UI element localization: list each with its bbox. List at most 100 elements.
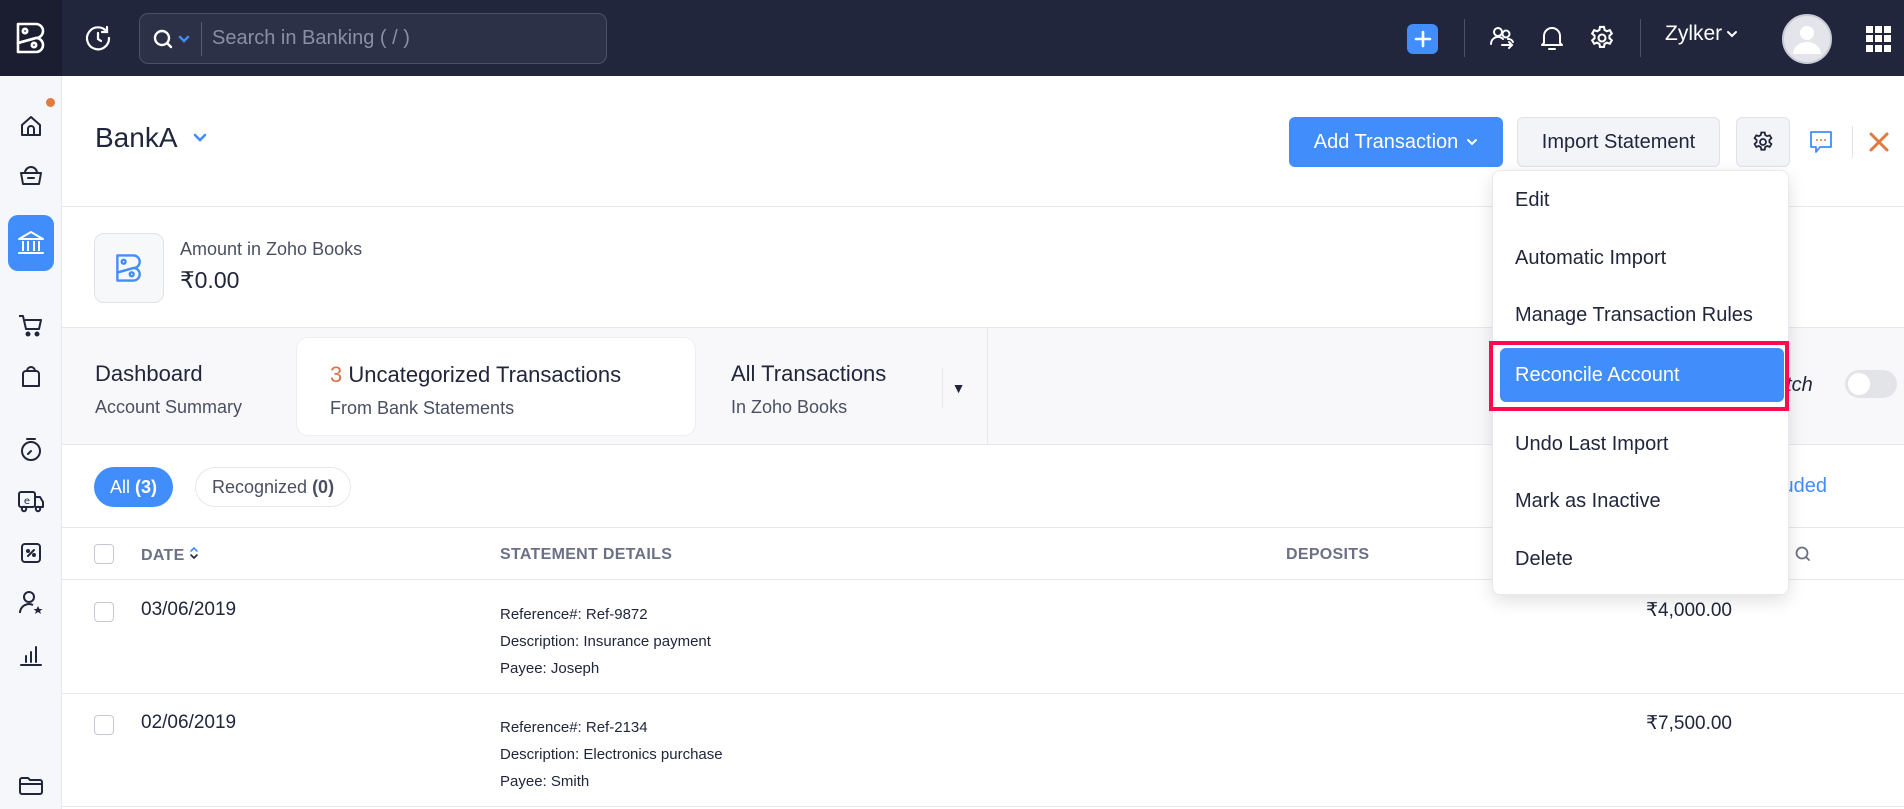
row-payee: Payee: Joseph xyxy=(500,660,600,677)
row-description: Description: Electronics purchase xyxy=(500,746,723,763)
row-checkbox[interactable] xyxy=(94,715,114,735)
basket-icon xyxy=(20,166,42,185)
sidebar-item-banking[interactable] xyxy=(8,215,54,271)
row-date: 03/06/2019 xyxy=(141,599,237,620)
tab-title: Uncategorized Transactions xyxy=(348,362,622,387)
close-button[interactable] xyxy=(1862,125,1896,159)
comments-button[interactable] xyxy=(1805,126,1837,158)
select-all-checkbox[interactable] xyxy=(94,544,114,564)
account-switcher[interactable]: BankA xyxy=(95,122,208,154)
sidebar: e xyxy=(0,76,62,809)
table-row[interactable]: 03/06/2019 Reference#: Ref-9872 Descript… xyxy=(62,581,1904,694)
organization-name: Zylker xyxy=(1665,22,1723,45)
tax-icon xyxy=(21,543,41,563)
import-statement-button[interactable]: Import Statement xyxy=(1517,117,1720,167)
sidebar-item-reports[interactable] xyxy=(8,632,54,678)
add-transaction-button[interactable]: Add Transaction xyxy=(1289,117,1503,167)
filter-all[interactable]: All (3) xyxy=(94,467,174,507)
row-reference: Reference#: Ref-2134 xyxy=(500,719,648,736)
table-row[interactable]: 02/06/2019 Reference#: Ref-2134 Descript… xyxy=(62,694,1904,807)
topbar-divider xyxy=(1640,19,1641,57)
gear-icon xyxy=(1753,131,1773,151)
quick-create-button[interactable] xyxy=(1407,24,1438,54)
sidebar-item-gst-filing[interactable] xyxy=(8,530,54,576)
menu-item-manage-transaction-rules[interactable]: Manage Transaction Rules xyxy=(1493,290,1790,340)
bell-icon xyxy=(1541,27,1563,50)
tab-dashboard[interactable]: Dashboard Account Summary xyxy=(62,337,278,436)
more-tabs-button[interactable]: ▼ xyxy=(942,368,974,408)
uncategorized-count: 3 xyxy=(330,362,343,387)
auto-match-toggle[interactable] xyxy=(1845,370,1897,398)
sidebar-item-eway-bills[interactable]: e xyxy=(8,478,54,524)
amount-label: Amount in Zoho Books xyxy=(180,239,363,259)
sidebar-item-time-tracking[interactable] xyxy=(8,426,54,472)
topbar-divider xyxy=(1464,19,1465,57)
sidebar-item-documents[interactable] xyxy=(8,762,54,808)
tab-subtitle: Account Summary xyxy=(95,397,243,417)
sidebar-item-items[interactable] xyxy=(8,152,54,198)
gear-icon xyxy=(1590,25,1614,49)
chevron-down-icon xyxy=(1467,139,1478,146)
sidebar-item-home[interactable] xyxy=(8,103,54,149)
user-icon xyxy=(1793,26,1821,54)
search-bar[interactable]: Search in Banking ( / ) xyxy=(139,13,607,64)
column-date[interactable]: DATE xyxy=(141,546,199,565)
switch-users-button[interactable] xyxy=(1486,22,1518,54)
search-scope-selector[interactable] xyxy=(140,21,202,56)
filter-recognized[interactable]: Recognized (0) xyxy=(195,467,352,507)
sidebar-item-accountant[interactable] xyxy=(8,580,54,626)
app-logo[interactable] xyxy=(0,0,62,76)
tab-uncategorized-transactions[interactable]: 3 Uncategorized Transactions From Bank S… xyxy=(296,337,696,436)
zoho-books-logo-icon xyxy=(16,22,45,54)
account-settings-button[interactable] xyxy=(1736,117,1790,167)
notification-dot xyxy=(46,98,55,107)
tab-all-transactions[interactable]: All Transactions In Zoho Books xyxy=(698,337,938,436)
menu-item-mark-as-inactive[interactable]: Mark as Inactive xyxy=(1493,476,1790,526)
row-amount: ₹7,500.00 xyxy=(1645,713,1732,734)
apps-grid-button[interactable] xyxy=(1866,26,1892,52)
menu-item-delete[interactable]: Delete xyxy=(1493,534,1790,584)
column-deposits: DEPOSITS xyxy=(1286,546,1370,563)
row-checkbox[interactable] xyxy=(94,602,114,622)
sort-icon xyxy=(190,546,199,560)
row-description: Description: Insurance payment xyxy=(500,633,711,650)
sidebar-item-sales[interactable] xyxy=(8,302,54,348)
home-icon xyxy=(21,116,41,136)
recent-history-button[interactable] xyxy=(82,22,114,54)
grid-icon xyxy=(1866,26,1873,33)
search-input[interactable]: Search in Banking ( / ) xyxy=(202,27,410,50)
chevron-down-icon xyxy=(178,35,189,43)
history-icon xyxy=(85,25,111,51)
menu-item-edit[interactable]: Edit xyxy=(1493,175,1790,225)
timer-icon xyxy=(21,438,41,461)
search-icon xyxy=(1795,546,1810,561)
page-title: BankA xyxy=(95,122,178,153)
menu-item-automatic-import[interactable]: Automatic Import xyxy=(1493,233,1790,283)
cart-icon xyxy=(19,315,42,337)
plus-icon xyxy=(1414,30,1431,48)
tab-subtitle: From Bank Statements xyxy=(330,398,515,418)
add-transaction-label: Add Transaction xyxy=(1313,130,1459,153)
header-divider xyxy=(1852,126,1853,158)
row-date: 02/06/2019 xyxy=(141,712,237,733)
user-avatar[interactable] xyxy=(1782,14,1832,64)
accountant-icon xyxy=(19,591,43,614)
table-search-button[interactable] xyxy=(1794,545,1812,568)
caret-down-icon: ▼ xyxy=(951,380,966,396)
e-way-bill-icon: e xyxy=(18,491,44,513)
sidebar-item-purchases[interactable] xyxy=(8,354,54,400)
svg-text:e: e xyxy=(24,496,30,507)
menu-item-undo-last-import[interactable]: Undo Last Import xyxy=(1493,419,1790,469)
top-bar: Search in Banking ( / ) Zylker xyxy=(0,0,1904,76)
filter-count: (3) xyxy=(135,476,158,497)
filter-count: (0) xyxy=(312,476,335,497)
search-icon xyxy=(153,29,172,48)
chevron-down-icon xyxy=(193,133,206,142)
settings-button[interactable] xyxy=(1586,22,1618,54)
organization-switcher[interactable]: Zylker xyxy=(1665,22,1738,46)
column-statement-details: STATEMENT DETAILS xyxy=(500,546,673,563)
folder-icon xyxy=(19,777,43,795)
account-logo xyxy=(94,233,164,303)
notifications-button[interactable] xyxy=(1536,22,1568,54)
reports-icon xyxy=(20,646,42,666)
